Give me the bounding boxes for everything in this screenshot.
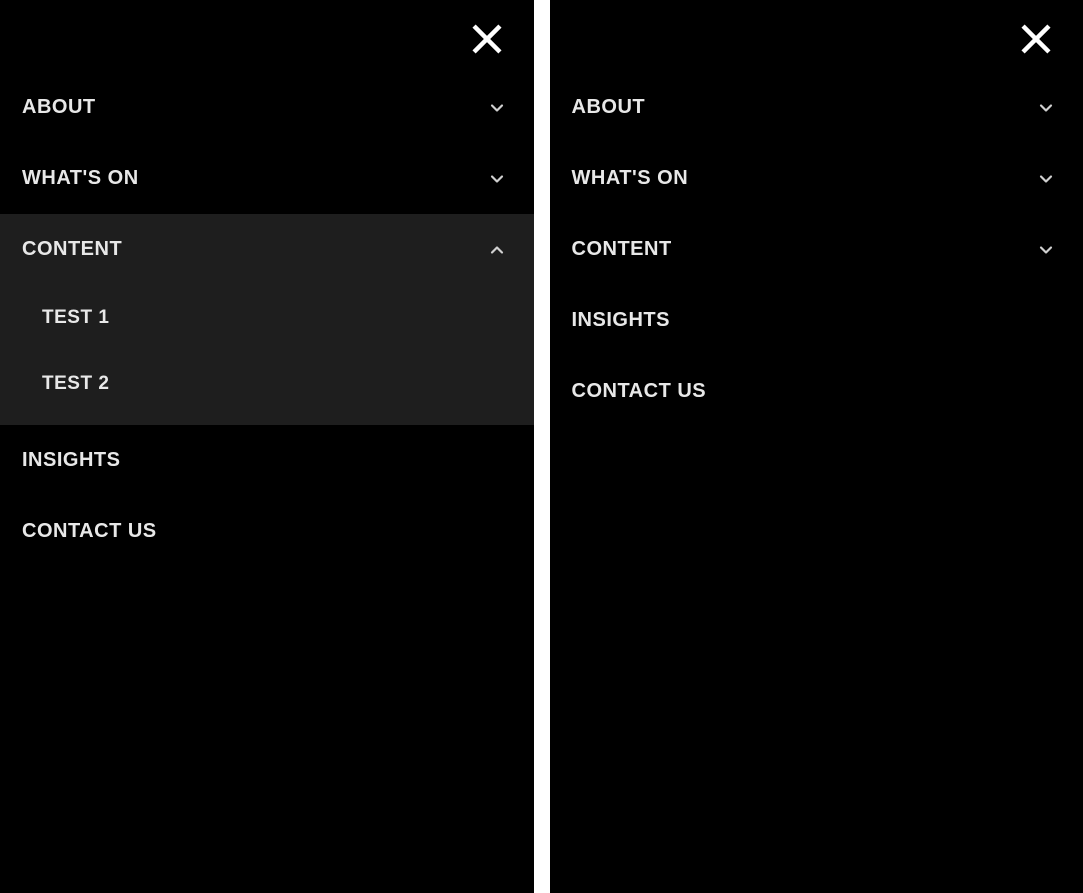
menu-list: ABOUT WHAT'S ON CONTENT TEST 1 TEST 2 [0, 72, 534, 567]
menu-item-label: CONTACT US [572, 380, 707, 403]
menu-item-insights[interactable]: INSIGHTS [550, 285, 1083, 356]
submenu-content: TEST 1 TEST 2 [0, 285, 534, 425]
menu-item-content[interactable]: CONTENT [0, 214, 534, 285]
menu-item-label: ABOUT [572, 96, 646, 119]
menu-item-about[interactable]: ABOUT [0, 72, 534, 143]
close-button[interactable] [1015, 20, 1057, 62]
chevron-down-icon [1035, 97, 1057, 119]
menu-item-whats-on[interactable]: WHAT'S ON [0, 143, 534, 214]
close-button[interactable] [466, 20, 508, 62]
chevron-down-icon [486, 97, 508, 119]
close-icon [470, 22, 504, 61]
menu-item-label: CONTENT [22, 238, 122, 261]
submenu-item-label: TEST 2 [42, 373, 109, 394]
submenu-item-test-1[interactable]: TEST 1 [0, 285, 534, 351]
menu-item-label: WHAT'S ON [22, 167, 139, 190]
chevron-down-icon [486, 168, 508, 190]
menu-item-label: CONTACT US [22, 520, 157, 543]
close-wrap [550, 0, 1083, 72]
menu-panel-right: ABOUT WHAT'S ON CONTENT INSIGHTS CONTACT… [550, 0, 1083, 893]
menu-item-label: INSIGHTS [572, 309, 670, 332]
chevron-up-icon [486, 239, 508, 261]
menu-item-label: INSIGHTS [22, 449, 120, 472]
menu-item-whats-on[interactable]: WHAT'S ON [550, 143, 1083, 214]
submenu-item-test-2[interactable]: TEST 2 [0, 351, 534, 417]
chevron-down-icon [1035, 168, 1057, 190]
menu-list: ABOUT WHAT'S ON CONTENT INSIGHTS CONTACT… [550, 72, 1083, 427]
menu-panel-left: ABOUT WHAT'S ON CONTENT TEST 1 TEST 2 [0, 0, 534, 893]
menu-item-label: CONTENT [572, 238, 672, 261]
close-wrap [0, 0, 534, 72]
menu-item-contact-us[interactable]: CONTACT US [550, 356, 1083, 427]
menu-item-insights[interactable]: INSIGHTS [0, 425, 534, 496]
chevron-down-icon [1035, 239, 1057, 261]
menu-item-label: ABOUT [22, 96, 96, 119]
menu-item-about[interactable]: ABOUT [550, 72, 1083, 143]
menu-item-label: WHAT'S ON [572, 167, 689, 190]
menu-item-content[interactable]: CONTENT [550, 214, 1083, 285]
submenu-item-label: TEST 1 [42, 307, 109, 328]
menu-item-contact-us[interactable]: CONTACT US [0, 496, 534, 567]
close-icon [1019, 22, 1053, 61]
